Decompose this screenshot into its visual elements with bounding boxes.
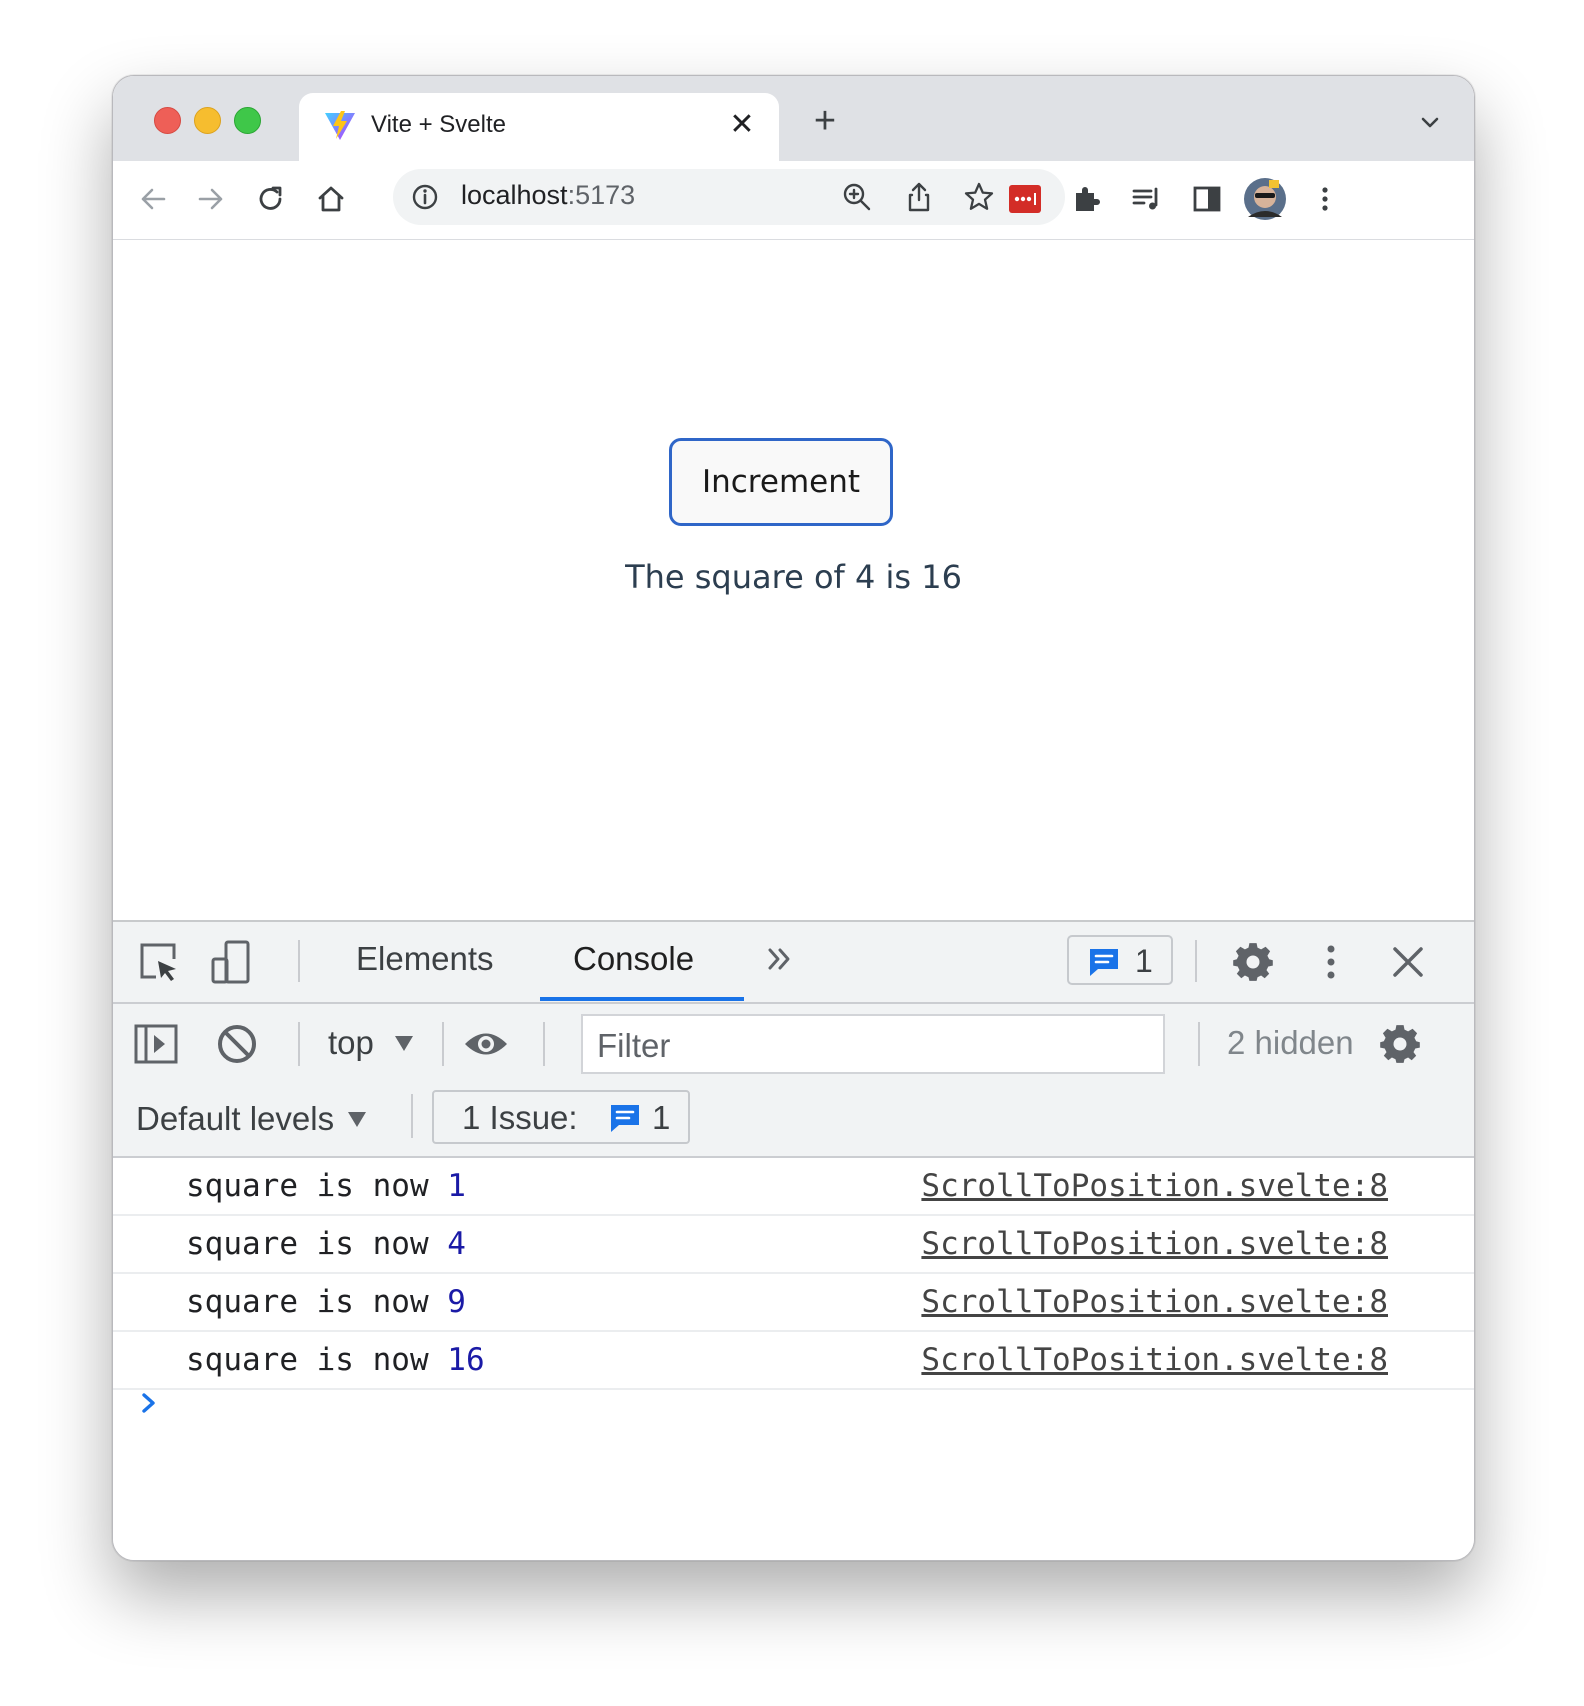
filter-input[interactable]: Filter	[581, 1014, 1165, 1074]
page-content: Increment The square of 4 is 16	[113, 240, 1474, 920]
dropdown-triangle-icon[interactable]	[393, 1034, 415, 1052]
media-queue-icon[interactable]	[1129, 181, 1165, 217]
log-source-link[interactable]: ScrollToPosition.svelte:8	[921, 1284, 1388, 1320]
issues-count: 1	[652, 1099, 671, 1136]
console-settings-gear-icon[interactable]	[1377, 1021, 1423, 1067]
forward-arrow-icon[interactable]	[193, 181, 229, 217]
kebab-menu-icon[interactable]	[1307, 181, 1343, 217]
separator	[543, 1022, 545, 1066]
home-icon[interactable]	[313, 181, 349, 217]
filter-placeholder: Filter	[597, 1027, 671, 1064]
sidebar-toggle-icon[interactable]	[133, 1021, 179, 1067]
zoom-icon[interactable]	[841, 181, 873, 213]
share-icon[interactable]	[903, 181, 935, 213]
console-toolbar: top Filter 2 hidden Default levels 1 Iss…	[113, 1004, 1474, 1158]
new-tab-button[interactable]: +	[805, 102, 845, 142]
separator	[1195, 940, 1197, 982]
close-tab-icon[interactable]: ✕	[724, 107, 760, 143]
log-row: square is now 9 ScrollToPosition.svelte:…	[113, 1274, 1474, 1332]
hidden-messages-count: 2 hidden	[1227, 1024, 1354, 1061]
address-bar[interactable]: localhost:5173	[393, 169, 1065, 225]
separator	[1198, 1022, 1200, 1066]
log-row: square is now 4 ScrollToPosition.svelte:…	[113, 1216, 1474, 1274]
close-window-button[interactable]	[154, 107, 181, 134]
issues-label: 1 Issue:	[462, 1099, 578, 1136]
profile-avatar[interactable]	[1243, 177, 1287, 221]
settings-gear-icon[interactable]	[1230, 939, 1276, 985]
tab-console[interactable]: Console	[573, 940, 694, 978]
console-log-list: square is now 1 ScrollToPosition.svelte:…	[113, 1158, 1474, 1390]
log-source-link[interactable]: ScrollToPosition.svelte:8	[921, 1342, 1388, 1378]
browser-toolbar: localhost:5173	[113, 161, 1474, 240]
tab-strip: Vite + Svelte ✕ +	[113, 76, 1474, 161]
separator	[298, 1022, 300, 1066]
log-message: square is now 16	[186, 1342, 485, 1378]
device-toolbar-icon[interactable]	[208, 939, 254, 985]
increment-button[interactable]: Increment	[669, 438, 893, 526]
log-message: square is now 9	[186, 1284, 466, 1320]
devtools-panel: Elements Console 1 top Filter 2 hidden D…	[113, 920, 1474, 1560]
side-panel-icon[interactable]	[1189, 181, 1225, 217]
result-text: The square of 4 is 16	[625, 558, 962, 596]
devtools-menu-icon[interactable]	[1308, 939, 1354, 985]
log-message: square is now 1	[186, 1168, 466, 1204]
separator	[298, 940, 300, 982]
minimize-window-button[interactable]	[194, 107, 221, 134]
extensions-puzzle-icon[interactable]	[1069, 181, 1105, 217]
url-text[interactable]: localhost:5173	[461, 180, 635, 211]
vite-logo-icon	[325, 111, 355, 140]
browser-window: Vite + Svelte ✕ + localhost:5173 Increme…	[112, 75, 1475, 1561]
messages-badge[interactable]: 1	[1067, 935, 1173, 985]
log-row: square is now 1 ScrollToPosition.svelte:…	[113, 1158, 1474, 1216]
active-tab-indicator	[540, 997, 744, 1001]
message-icon	[611, 1105, 639, 1132]
tab-title: Vite + Svelte	[371, 111, 506, 138]
context-selector[interactable]: top	[328, 1024, 374, 1062]
bookmark-star-icon[interactable]	[963, 181, 995, 213]
devtools-tabbar: Elements Console 1	[113, 922, 1474, 1004]
more-tabs-chevron-icon[interactable]	[763, 942, 797, 976]
clear-console-icon[interactable]	[214, 1021, 260, 1067]
log-row: square is now 16 ScrollToPosition.svelte…	[113, 1332, 1474, 1390]
messages-count: 1	[1135, 943, 1153, 979]
browser-tab[interactable]: Vite + Svelte ✕	[299, 93, 779, 161]
close-devtools-icon[interactable]	[1385, 939, 1431, 985]
default-levels-selector[interactable]: Default levels	[136, 1100, 334, 1138]
message-icon	[1090, 949, 1118, 976]
log-message: square is now 4	[186, 1226, 466, 1262]
log-source-link[interactable]: ScrollToPosition.svelte:8	[921, 1168, 1388, 1204]
lastpass-extension-icon[interactable]	[1009, 183, 1041, 215]
live-expression-eye-icon[interactable]	[463, 1021, 509, 1067]
separator	[411, 1094, 413, 1138]
dropdown-triangle-icon[interactable]	[346, 1110, 368, 1128]
separator	[442, 1022, 444, 1066]
reload-icon[interactable]	[253, 181, 289, 217]
chevron-down-icon[interactable]	[1414, 106, 1446, 138]
maximize-window-button[interactable]	[234, 107, 261, 134]
console-prompt-chevron-icon[interactable]	[139, 1388, 161, 1418]
inspect-element-icon[interactable]	[136, 939, 182, 985]
log-source-link[interactable]: ScrollToPosition.svelte:8	[921, 1226, 1388, 1262]
info-icon[interactable]	[411, 183, 439, 211]
back-arrow-icon[interactable]	[135, 181, 171, 217]
tab-elements[interactable]: Elements	[356, 940, 494, 978]
issues-button[interactable]: 1 Issue: 1	[432, 1090, 690, 1144]
